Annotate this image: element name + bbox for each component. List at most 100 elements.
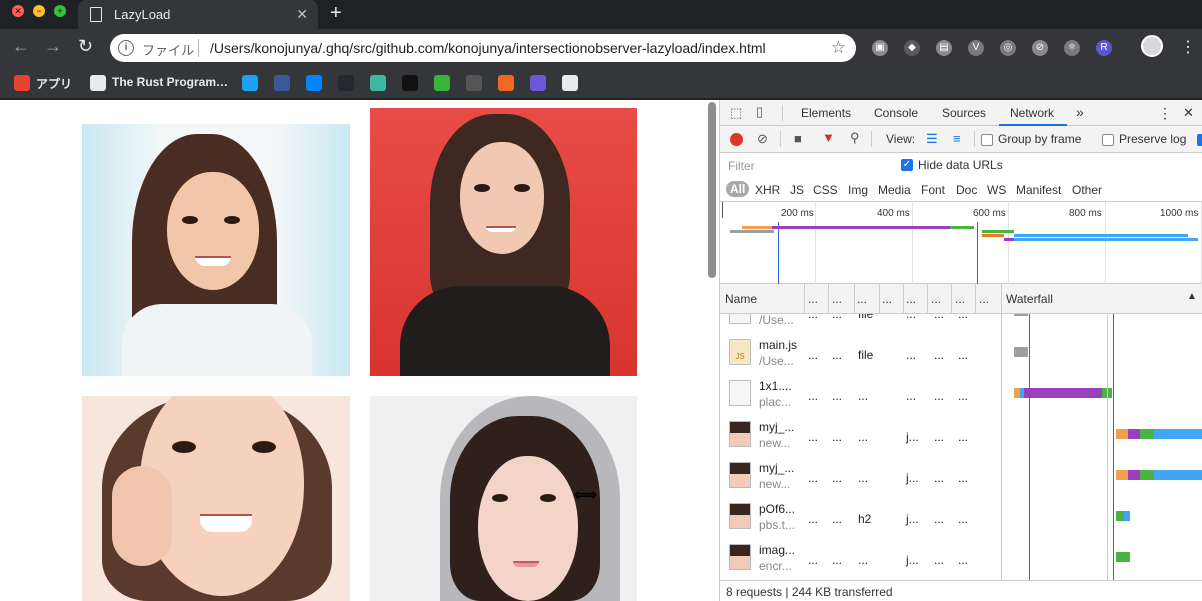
type-filter-img[interactable]: Img — [848, 183, 868, 197]
filter-input[interactable]: Filter — [728, 159, 755, 173]
type-filter-manifest[interactable]: Manifest — [1016, 183, 1061, 197]
extension-icon[interactable]: ◆ — [904, 40, 920, 56]
type-filter-ws[interactable]: WS — [987, 183, 1006, 197]
type-filter-other[interactable]: Other — [1072, 183, 1102, 197]
type-filter-xhr[interactable]: XHR — [755, 183, 780, 197]
kotlin-icon[interactable] — [530, 75, 546, 91]
profile-avatar[interactable] — [1141, 35, 1163, 57]
resize-cursor-icon: ⟺ — [574, 487, 597, 504]
group-by-frame-checkbox[interactable] — [981, 134, 993, 146]
table-row[interactable]: imag... encr............ j......... — [720, 536, 1202, 577]
close-window-icon[interactable]: ✕ — [12, 5, 24, 17]
url-text[interactable]: /Users/konojunya/.ghq/src/github.com/kon… — [210, 40, 766, 56]
column-truncated[interactable]: ... — [955, 292, 965, 306]
tab-console[interactable]: Console — [874, 106, 918, 120]
type-filter-css[interactable]: CSS — [813, 183, 838, 197]
type-filter-font[interactable]: Font — [921, 183, 945, 197]
search-icon[interactable]: ⚲ — [850, 130, 860, 146]
overview-bar — [982, 230, 1014, 233]
table-row[interactable]: myj_... new............ j......... — [720, 454, 1202, 495]
grid-icon[interactable] — [14, 75, 30, 91]
column-waterfall[interactable]: Waterfall — [1006, 292, 1053, 306]
box-icon[interactable] — [498, 75, 514, 91]
tab-network[interactable]: Network — [1010, 106, 1054, 120]
target-icon[interactable]: ◎ — [1000, 40, 1016, 56]
page-scrollbar[interactable] — [708, 102, 716, 278]
waterfall-bar — [1128, 429, 1140, 439]
toolbar-divider — [871, 131, 872, 147]
redux-icon[interactable]: R — [1096, 40, 1112, 56]
reload-button[interactable]: ↻ — [78, 36, 93, 57]
device-toggle-icon[interactable]: ▯ — [756, 104, 763, 120]
record-icon[interactable] — [730, 133, 743, 146]
browser-menu-icon[interactable]: ⋮ — [1180, 37, 1196, 57]
tab-sources[interactable]: Sources — [942, 106, 986, 120]
bookmark-rust-label[interactable]: The Rust Program… — [112, 75, 228, 89]
circle-icon[interactable] — [466, 75, 482, 91]
table-row[interactable]: JS main.js/Use......... file......... — [720, 331, 1202, 372]
overview-icon[interactable]: ≡ — [953, 131, 961, 146]
camera-icon[interactable]: ▣ — [872, 40, 888, 56]
block-icon[interactable]: ⊘ — [1032, 40, 1048, 56]
sort-ascending-icon[interactable]: ▲ — [1187, 291, 1197, 302]
column-truncated[interactable]: ... — [857, 292, 867, 306]
type-filter-doc[interactable]: Doc — [956, 183, 977, 197]
clear-icon[interactable]: ⊘ — [757, 131, 768, 147]
filter-icon[interactable]: ▼ — [822, 130, 835, 145]
resource-file-icon — [729, 314, 751, 324]
large-rows-icon[interactable]: ☰ — [926, 131, 938, 147]
type-filter-js[interactable]: JS — [790, 183, 804, 197]
table-row[interactable]: myj_... new............ j......... — [720, 413, 1202, 454]
column-truncated[interactable]: ... — [906, 292, 916, 306]
type-filter-all[interactable]: All — [726, 181, 750, 197]
hide-data-urls-checkbox[interactable]: ✓ — [901, 159, 913, 171]
bookmark-star-icon[interactable]: ☆ — [831, 38, 846, 58]
address-bar[interactable]: i ファイル /Users/konojunya/.ghq/src/github.… — [110, 34, 856, 62]
table-row[interactable]: /Use......... file......... — [720, 314, 1202, 331]
disable-cache-checkbox[interactable] — [1197, 134, 1202, 146]
inspect-element-icon[interactable]: ⬚ — [730, 105, 742, 121]
twitter-icon[interactable] — [242, 75, 258, 91]
table-row[interactable]: 1x1.... plac..................... — [720, 372, 1202, 413]
dev-icon[interactable] — [402, 75, 418, 91]
timeline-gridline — [1105, 202, 1106, 284]
site-info-icon[interactable]: i — [118, 40, 134, 56]
minimize-window-icon[interactable]: − — [33, 5, 45, 17]
request-cell: ... — [858, 471, 869, 485]
maximize-window-icon[interactable]: + — [54, 5, 66, 17]
devtools-panel: ⬚ ▯ Elements Console Sources Network » ⋮… — [719, 100, 1202, 601]
tab-close-icon[interactable]: ✕ — [296, 6, 308, 23]
react-icon[interactable]: ⚛ — [1064, 40, 1080, 56]
vue-icon[interactable]: V — [968, 40, 984, 56]
bookmark-apps-label[interactable]: アプリ — [36, 75, 72, 92]
facebook-icon[interactable] — [274, 75, 290, 91]
devtools-menu-icon[interactable]: ⋮ — [1158, 105, 1172, 122]
column-truncated[interactable]: ... — [882, 292, 892, 306]
preserve-log-checkbox[interactable] — [1102, 134, 1114, 146]
page-icon[interactable] — [90, 75, 106, 91]
tab-elements[interactable]: Elements — [801, 106, 851, 120]
browser-tab[interactable]: LazyLoad ✕ — [78, 0, 318, 29]
table-row[interactable]: pOf6... pbs.t......... h2 j......... — [720, 495, 1202, 536]
devtools-close-icon[interactable]: ✕ — [1183, 105, 1194, 121]
quip-icon[interactable] — [434, 75, 450, 91]
more-tabs-icon[interactable]: » — [1076, 104, 1084, 120]
column-divider — [828, 284, 829, 314]
screenshot-icon[interactable]: ■ — [794, 131, 802, 146]
forward-button[interactable]: → — [44, 36, 62, 57]
column-name[interactable]: Name — [725, 292, 757, 306]
messenger-icon[interactable] — [306, 75, 322, 91]
overview-handle[interactable] — [722, 202, 723, 218]
github-icon[interactable] — [338, 75, 354, 91]
type-filter-media[interactable]: Media — [878, 183, 911, 197]
column-truncated[interactable]: ... — [931, 292, 941, 306]
chat-icon[interactable]: ▤ — [936, 40, 952, 56]
column-truncated[interactable]: ... — [979, 292, 989, 306]
load-marker — [977, 222, 978, 284]
ghost-icon[interactable] — [562, 75, 578, 91]
sandbox-icon[interactable] — [370, 75, 386, 91]
column-truncated[interactable]: ... — [832, 292, 842, 306]
column-truncated[interactable]: ... — [808, 292, 818, 306]
new-tab-button[interactable]: + — [330, 2, 342, 25]
back-button[interactable]: ← — [12, 36, 30, 57]
